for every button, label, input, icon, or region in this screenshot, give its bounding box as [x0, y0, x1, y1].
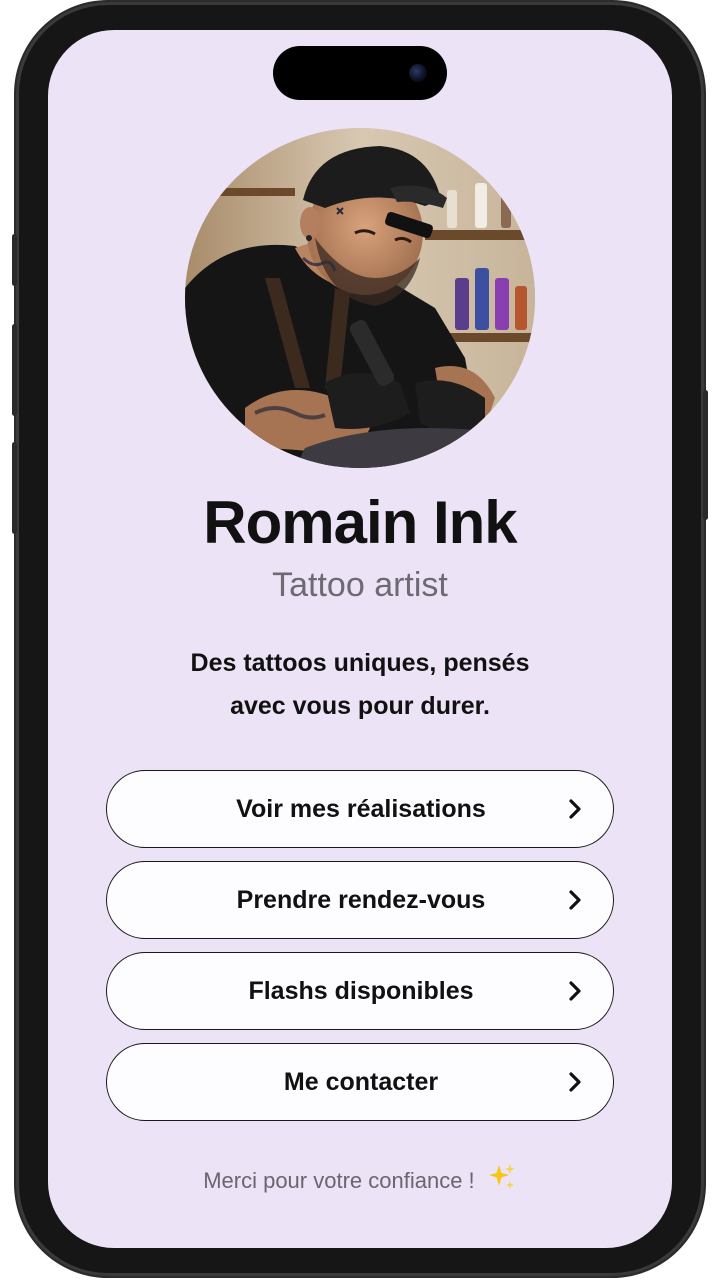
chevron-right-icon: [569, 981, 581, 1001]
link-button-realisations[interactable]: Voir mes réalisations: [106, 770, 614, 848]
profile-name: Romain Ink: [203, 489, 517, 556]
volume-down-button: [12, 442, 17, 534]
dynamic-island: [273, 46, 447, 100]
link-button-label: Flashs disponibles: [248, 977, 474, 1005]
chevron-right-icon: [569, 890, 581, 910]
action-button: [12, 234, 17, 286]
volume-up-button: [12, 324, 17, 416]
link-button-label: Me contacter: [283, 1068, 439, 1096]
footer-message: Merci pour votre confiance !: [48, 1162, 672, 1194]
link-button-flashs[interactable]: Flashs disponibles: [106, 952, 614, 1030]
tagline-line-2: avec vous pour durer.: [230, 692, 490, 720]
chevron-right-icon: [569, 799, 581, 819]
avatar: [185, 128, 535, 468]
link-list: Voir mes réalisations Prendre rendez-vou…: [106, 770, 614, 1134]
chevron-right-icon: [569, 1072, 581, 1092]
link-button-label: Prendre rendez-vous: [236, 886, 486, 914]
link-button-contact[interactable]: Me contacter: [106, 1043, 614, 1121]
tattoo-artist-photo: [185, 128, 535, 468]
link-button-rendez-vous[interactable]: Prendre rendez-vous: [106, 861, 614, 939]
camera-icon: [409, 64, 427, 82]
phone-screen: Romain Ink Tattoo artist Des tattoos uni…: [48, 30, 672, 1248]
tagline-line-1: Des tattoos uniques, pensés: [190, 649, 530, 677]
profile-role: Tattoo artist: [272, 566, 448, 604]
footer-text: Merci pour votre confiance !: [203, 1168, 475, 1193]
profile-tagline: Des tattoos uniques, pensés avec vous po…: [128, 642, 592, 728]
sparkles-icon: [488, 1164, 515, 1189]
link-button-label: Voir mes réalisations: [236, 795, 486, 823]
power-button: [703, 390, 708, 520]
